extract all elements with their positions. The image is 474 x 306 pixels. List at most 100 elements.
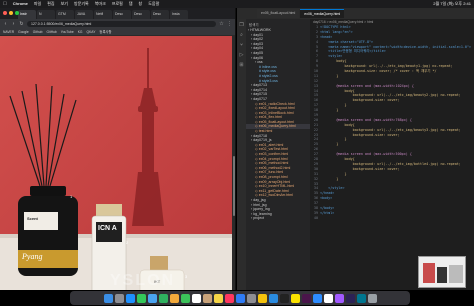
notion-icon[interactable] — [323, 293, 333, 303]
music-icon[interactable] — [224, 293, 234, 303]
extensions-icon[interactable]: ⊞ — [239, 63, 243, 68]
code-text: </html> — [320, 210, 335, 215]
bookmark-item[interactable]: 등록사항 — [99, 29, 111, 34]
address-bar[interactable]: 127.0.0.1:5500/ex06_mediaQuery.html — [27, 20, 216, 27]
thumbnail-image — [419, 257, 465, 287]
tree-item-label: day06 — [253, 55, 263, 60]
messages-icon[interactable] — [136, 293, 146, 303]
scrollbar[interactable] — [232, 36, 235, 290]
browser-tab[interactable]: Insta — [170, 10, 188, 19]
tree-item-label: ex09_arrayObj.html — [258, 179, 291, 184]
clock[interactable]: 2월 7일 (화) 오후 2:41 — [433, 0, 471, 8]
screenshot-thumbnail[interactable] — [418, 256, 466, 288]
star-icon[interactable]: ☆ — [219, 21, 224, 27]
tree-item-label: day02 — [253, 37, 263, 42]
safari-icon[interactable] — [125, 293, 135, 303]
bookmark-item[interactable]: Google — [18, 30, 29, 34]
figma-icon[interactable] — [334, 293, 344, 303]
bookmark-item[interactable]: GitHub — [46, 30, 56, 34]
browser-tab[interactable]: JAVA — [75, 10, 93, 19]
browser-tab[interactable]: Desc — [132, 10, 150, 19]
scrollbar-thumb[interactable] — [233, 156, 235, 216]
finder-icon[interactable] — [103, 293, 113, 303]
eclipse-icon[interactable] — [345, 293, 355, 303]
close-button[interactable] — [3, 11, 7, 15]
tree-item-label: day0718 — [253, 133, 267, 138]
search-icon[interactable]: ⌕ — [240, 33, 243, 38]
browser-tab[interactable]: GTM — [56, 10, 74, 19]
notes-icon[interactable] — [213, 293, 223, 303]
tree-item-label: test.html — [258, 129, 273, 134]
kakaotalk-icon[interactable] — [290, 293, 300, 303]
menu-item-view[interactable]: 보기 — [61, 0, 68, 8]
minimize-button[interactable] — [9, 11, 13, 15]
tree-item-label: day04 — [253, 46, 263, 51]
browser-tab[interactable]: Desc — [113, 10, 131, 19]
vscode-window: ex05_floatLayout.html ex06_mediaQuery.ht… — [237, 8, 474, 290]
tree-item-label: ex05_method.html — [258, 161, 289, 166]
menu-item-edit[interactable]: 편집 — [47, 0, 54, 8]
menu-item-history[interactable]: 방문기록 — [74, 0, 89, 8]
tree-item-label: day0719_js — [253, 138, 272, 143]
chrome-icon[interactable] — [257, 293, 267, 303]
tree-item-label: style2.css — [262, 73, 278, 78]
menu-item-profile[interactable]: 프로필 — [112, 0, 123, 8]
appstore-icon[interactable] — [235, 293, 245, 303]
tree-item-label: html_jsg — [253, 202, 267, 207]
code-text: <body> — [320, 196, 333, 201]
calendar-icon[interactable] — [191, 293, 201, 303]
code-area[interactable]: 1 <!DOCTYPE html> 2 <html lang="en"> 3 <head>… — [310, 25, 474, 221]
photos-icon[interactable] — [169, 293, 179, 303]
bottle-brand: Pyang — [22, 252, 43, 261]
tree-item-label: ex04_prompt.html — [258, 156, 288, 161]
zoom-button[interactable] — [15, 11, 19, 15]
app-name[interactable]: Chrome — [13, 0, 28, 8]
menu-item-bookmarks[interactable]: 북마크 — [95, 0, 106, 8]
bookmark-item[interactable]: NAVER — [3, 30, 14, 34]
tree-item-label: project — [253, 216, 264, 221]
source-control-icon[interactable]: ⑂ — [240, 43, 243, 48]
mail-icon[interactable] — [147, 293, 157, 303]
zoom-icon[interactable] — [312, 293, 322, 303]
terminal-icon[interactable] — [279, 293, 289, 303]
dock — [70, 291, 410, 305]
browser-tab[interactable]: Instr — [18, 10, 36, 19]
menu-item-tab[interactable]: 탭 — [129, 0, 133, 8]
bookmark-item[interactable]: Github — [33, 30, 43, 34]
bookmark-item[interactable]: KG — [78, 30, 83, 34]
vscode-icon[interactable] — [268, 293, 278, 303]
forward-icon[interactable]: › — [11, 21, 16, 27]
browser-tab[interactable]: Desc — [151, 10, 169, 19]
settings-icon[interactable] — [246, 293, 256, 303]
maps-icon[interactable] — [158, 293, 168, 303]
launchpad-icon[interactable] — [114, 293, 124, 303]
editor-tab-active[interactable]: ex06_mediaQuery.html — [300, 9, 345, 18]
code-line[interactable]: 40 — [310, 216, 474, 221]
menu-icon[interactable]: ⋮ — [227, 21, 232, 27]
editor-tab[interactable]: ex05_floatLayout.html — [257, 9, 300, 18]
mysql-icon[interactable] — [356, 293, 366, 303]
browser-tab[interactable]: Netfl — [94, 10, 112, 19]
tree-item-label: ex06_mediaQuery.html — [258, 124, 296, 129]
menu-item-window[interactable]: 창 — [139, 0, 143, 8]
tree-item-label: ex01_radioCheck.html — [258, 101, 295, 106]
tab-strip: Instr N GTM JAVA Netfl Desc Desc Desc Insta — [0, 8, 235, 19]
caption-3: 3 — [185, 274, 188, 279]
menu-item-help[interactable]: 도움말 — [148, 0, 159, 8]
explorer-icon[interactable]: ❐ — [239, 23, 243, 28]
tree-folder[interactable]: › project — [246, 216, 310, 221]
apple-menu-icon[interactable]:  — [3, 0, 7, 8]
activity-bar: ❐ ⌕ ⑂ ▷ ⊞ — [237, 19, 246, 290]
run-debug-icon[interactable]: ▷ — [240, 53, 244, 58]
trash-icon[interactable] — [367, 293, 377, 303]
menu-item-file[interactable]: 파일 — [34, 0, 41, 8]
bookmark-item[interactable]: YouTube — [61, 30, 74, 34]
reload-icon[interactable]: ↻ — [19, 21, 24, 27]
contacts-icon[interactable] — [202, 293, 212, 303]
code-editor[interactable]: day0716 > ex06_mediaQuery.html > html 1 <… — [310, 19, 474, 290]
slack-icon[interactable] — [301, 293, 311, 303]
browser-tab[interactable]: N — [37, 10, 55, 19]
bookmark-item[interactable]: QKAY — [86, 30, 95, 34]
back-icon[interactable]: ‹ — [3, 21, 8, 27]
facetime-icon[interactable] — [180, 293, 190, 303]
